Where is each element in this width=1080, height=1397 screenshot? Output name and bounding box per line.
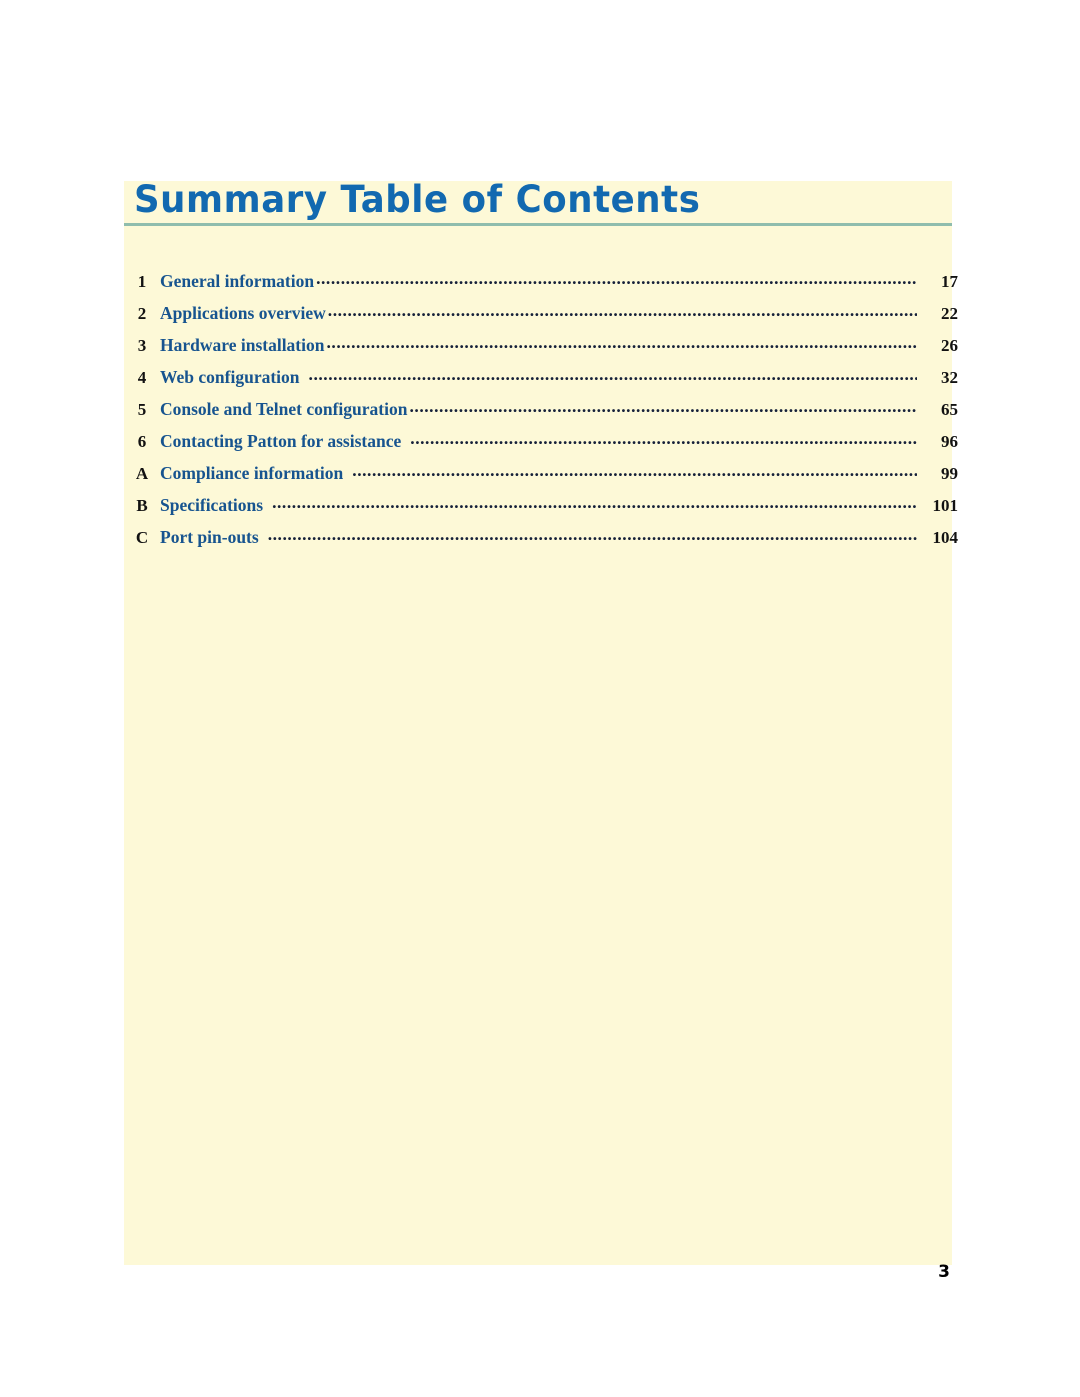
toc-entry-page: 32 (941, 368, 958, 387)
toc-entry-number: 5 (137, 400, 147, 419)
toc-entry-number: 3 (137, 336, 147, 355)
toc-entry[interactable]: A Compliance information 99 (124, 457, 958, 489)
toc-entry-label: Hardware installation (160, 335, 325, 355)
toc-entry-label: Applications overview (160, 303, 326, 323)
toc-dot-leader (268, 526, 917, 543)
toc-dot-leader (409, 398, 917, 415)
content-panel: Summary Table of Contents 1 General info… (124, 178, 958, 1265)
toc-dot-leader (328, 302, 917, 319)
toc-entry[interactable]: 4 Web configuration 32 (124, 361, 958, 393)
toc-dot-leader (316, 270, 917, 287)
toc-entry-page: 96 (941, 432, 958, 451)
toc-entry-number: 1 (137, 272, 147, 291)
toc-entry[interactable]: 5 Console and Telnet configuration 65 (124, 393, 958, 425)
toc-entry[interactable]: 3 Hardware installation 26 (124, 329, 958, 361)
toc-entry-number: 6 (137, 432, 147, 451)
toc-entry-page: 22 (941, 304, 958, 323)
toc-entry-number: C (135, 528, 149, 547)
toc-entry-label: General information (160, 271, 315, 291)
toc-entry-page: 101 (932, 496, 959, 515)
toc-dot-leader (352, 462, 917, 479)
toc-entry[interactable]: 2 Applications overview 22 (124, 297, 958, 329)
table-of-contents: 1 General information 17 2 Applications … (124, 265, 958, 553)
toc-entry-number: 4 (137, 368, 147, 387)
toc-dot-leader (272, 494, 917, 511)
toc-entry-page: 65 (941, 400, 958, 419)
toc-dot-leader (326, 334, 917, 351)
page-title: Summary Table of Contents (134, 178, 701, 221)
toc-entry-label: Web configuration (160, 367, 300, 387)
footer-page-number: 3 (938, 1262, 950, 1282)
toc-entry-label: Console and Telnet configuration (160, 399, 408, 419)
document-page: Summary Table of Contents 1 General info… (0, 0, 1080, 1397)
toc-entry-label: Contacting Patton for assistance (160, 431, 402, 451)
toc-dot-leader (309, 366, 917, 383)
toc-entry-page: 99 (941, 464, 958, 483)
toc-entry-number: 2 (137, 304, 147, 323)
toc-entry-number: A (135, 464, 149, 483)
toc-entry[interactable]: 6 Contacting Patton for assistance 96 (124, 425, 958, 457)
toc-entry[interactable]: C Port pin-outs 104 (124, 521, 958, 553)
toc-entry-page: 26 (941, 336, 958, 355)
toc-entry-label: Compliance information (160, 463, 344, 483)
title-divider-rule (124, 223, 952, 226)
toc-dot-leader (410, 430, 917, 447)
toc-entry-label: Port pin-outs (160, 527, 259, 547)
toc-entry-page: 17 (941, 272, 958, 291)
toc-entry-label: Specifications (160, 495, 264, 515)
toc-entry[interactable]: 1 General information 17 (124, 265, 958, 297)
toc-entry-number: B (136, 496, 148, 515)
toc-entry-page: 104 (932, 528, 959, 547)
toc-entry[interactable]: B Specifications 101 (124, 489, 958, 521)
